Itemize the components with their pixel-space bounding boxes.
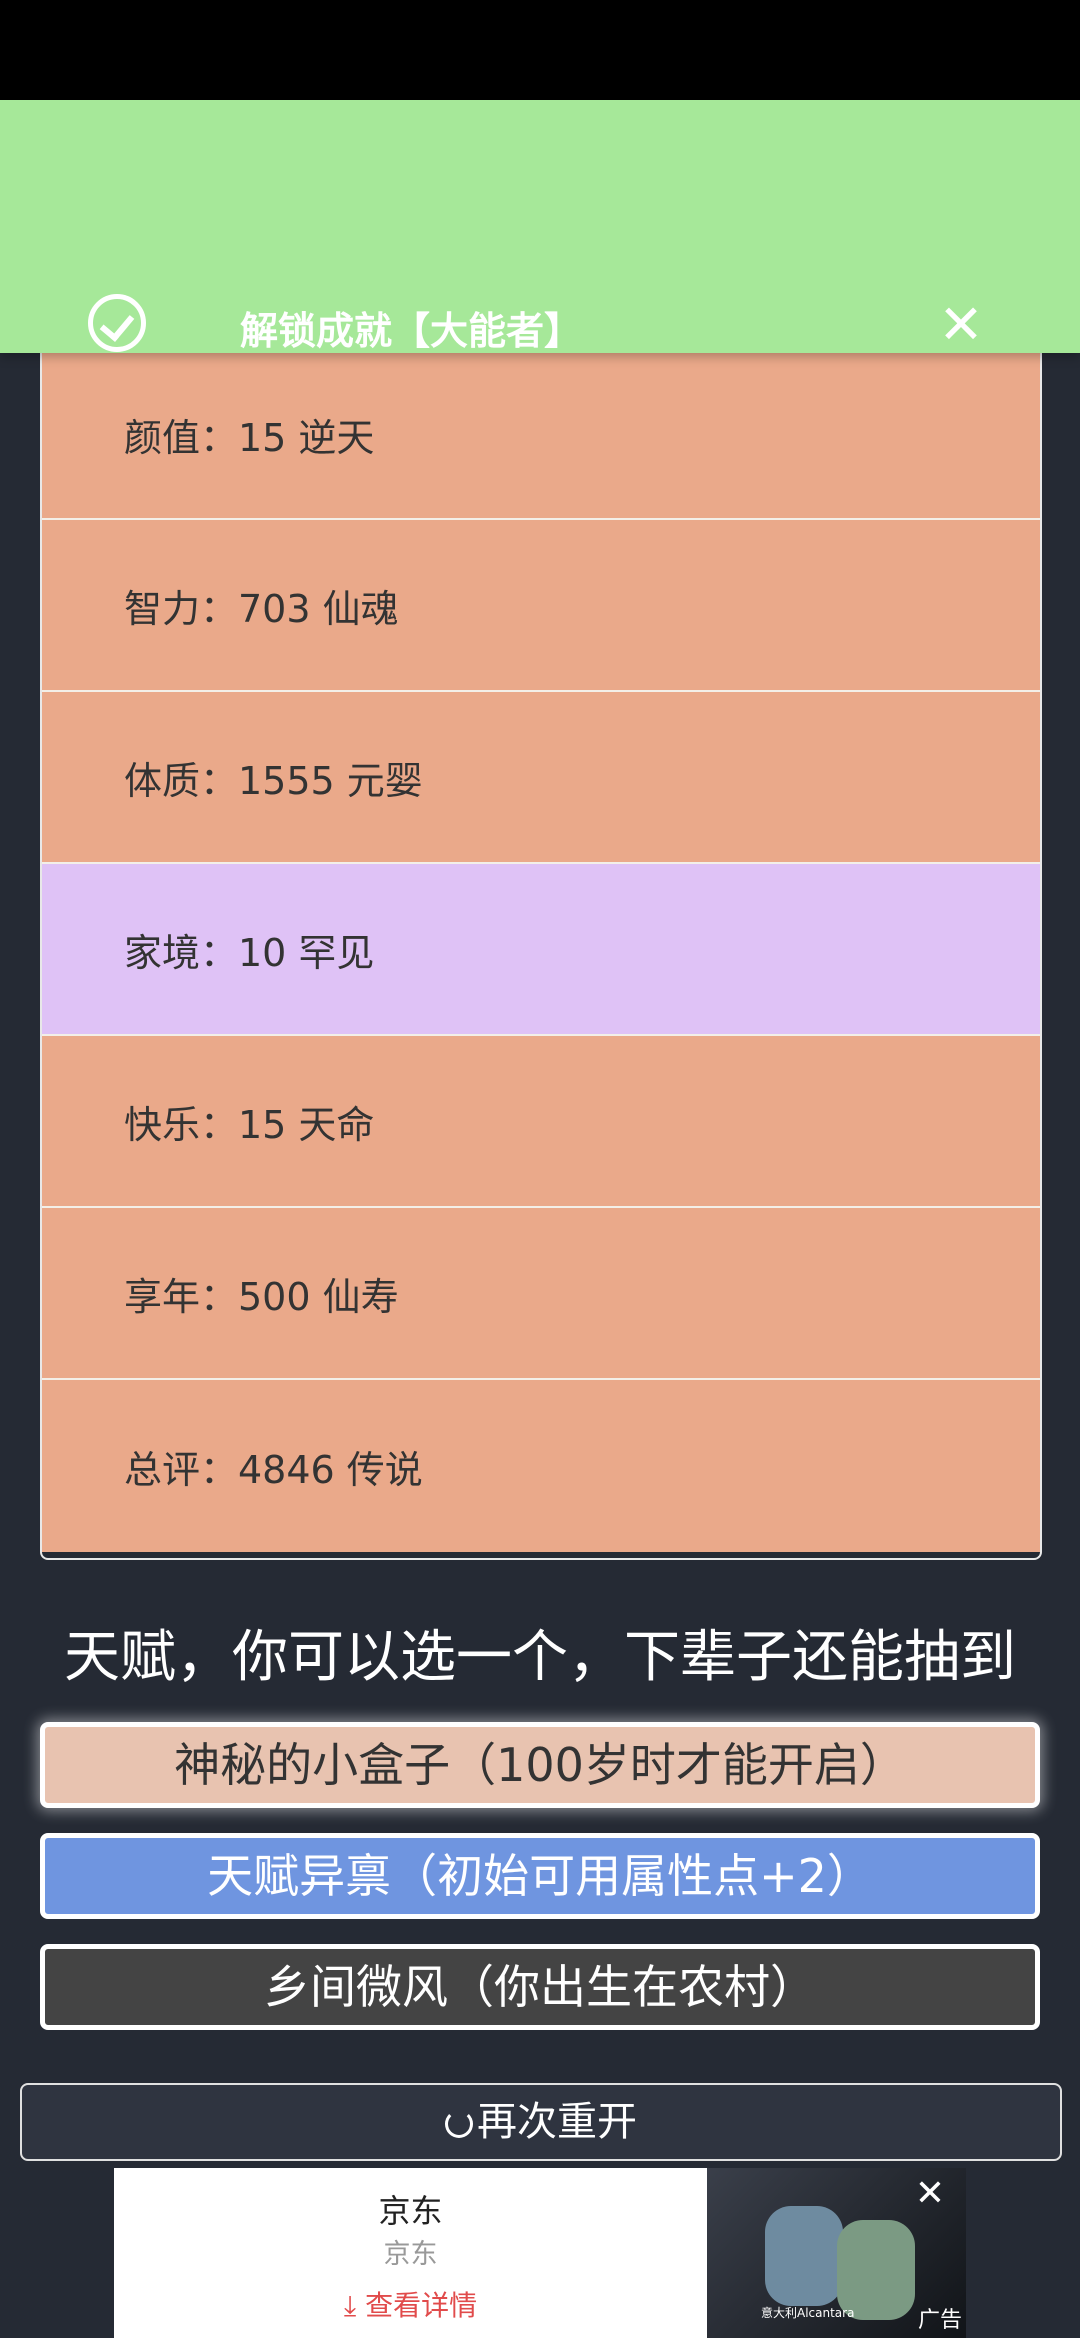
stat-row-happiness: 快乐：15 天命 <box>42 1036 1040 1208</box>
ad-text-panel[interactable]: 京东 京东 ⤓ 查看详情 <box>114 2168 707 2338</box>
check-circle-icon <box>88 294 146 352</box>
ad-banner[interactable]: 京东 京东 ⤓ 查看详情 意大利Alcantara ✕ 广告 <box>114 2168 966 2338</box>
status-bar <box>0 0 1080 100</box>
stat-row-family: 家境：10 罕见 <box>42 864 1040 1036</box>
toast-title: 解锁成就【大能者】 <box>240 309 583 353</box>
close-icon[interactable]: ✕ <box>912 2176 948 2212</box>
earbud-case-image <box>765 2206 843 2306</box>
ad-label: 广告 <box>917 2308 962 2333</box>
ad-details-link[interactable]: ⤓ 查看详情 <box>114 2284 707 2324</box>
restart-button[interactable]: 再次重开 <box>20 2083 1062 2161</box>
ad-fabric-text: 意大利Alcantara <box>761 2306 855 2320</box>
talent-option-gifted[interactable]: 天赋异禀（初始可用属性点+2） <box>40 1833 1040 1919</box>
stat-row-total: 总评：4846 传说 <box>42 1380 1040 1552</box>
stat-row-appearance: 颜值：15 逆天 <box>42 330 1040 520</box>
talent-option-mystery-box[interactable]: 神秘的小盒子（100岁时才能开启） <box>40 1722 1040 1808</box>
talent-option-countryside[interactable]: 乡间微风（你出生在农村） <box>40 1944 1040 2030</box>
stat-row-constitution: 体质：1555 元婴 <box>42 692 1040 864</box>
refresh-icon <box>445 2110 473 2138</box>
attribute-list: 颜值：15 逆天 智力：703 仙魂 体质：1555 元婴 家境：10 罕见 快… <box>40 330 1042 1560</box>
close-icon[interactable]: ✕ <box>936 298 986 352</box>
stat-row-intelligence: 智力：703 仙魂 <box>42 520 1040 692</box>
stat-row-lifespan: 享年：500 仙寿 <box>42 1208 1040 1380</box>
talent-heading: 天赋，你可以选一个，下辈子还能抽到 <box>64 1625 1016 1690</box>
achievement-toast: 解锁成就【大能者】 ✕ <box>0 100 1080 353</box>
restart-label: 再次重开 <box>477 2099 637 2145</box>
ad-brand: 京东 <box>378 2192 443 2230</box>
ad-subtitle: 京东 <box>383 2239 438 2270</box>
ad-product-image[interactable]: 意大利Alcantara ✕ 广告 <box>707 2168 966 2338</box>
